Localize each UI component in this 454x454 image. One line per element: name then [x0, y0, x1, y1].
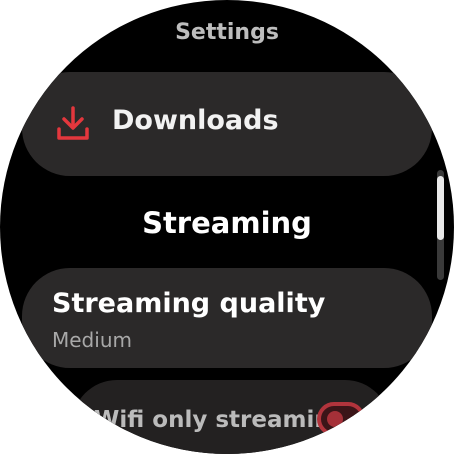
toggle-knob — [327, 411, 343, 427]
screen-title: Settings — [175, 20, 279, 45]
downloads-label: Downloads — [112, 105, 279, 136]
wifi-only-streaming-toggle-row[interactable]: Wifi only streaming — [72, 380, 390, 454]
download-icon — [57, 106, 89, 140]
section-header-streaming: Streaming — [142, 206, 312, 240]
watch-screen: Settings Downloads Streaming Streaming q… — [0, 0, 454, 454]
streaming-quality-button[interactable]: Streaming quality Medium — [22, 268, 432, 368]
streaming-quality-label: Streaming quality — [52, 288, 326, 319]
downloads-button[interactable]: Downloads — [22, 72, 432, 176]
scrollbar-thumb[interactable] — [437, 176, 444, 240]
wifi-only-streaming-toggle[interactable] — [317, 402, 365, 436]
wifi-only-streaming-label: Wifi only streaming — [94, 407, 348, 433]
streaming-quality-value: Medium — [52, 328, 132, 352]
